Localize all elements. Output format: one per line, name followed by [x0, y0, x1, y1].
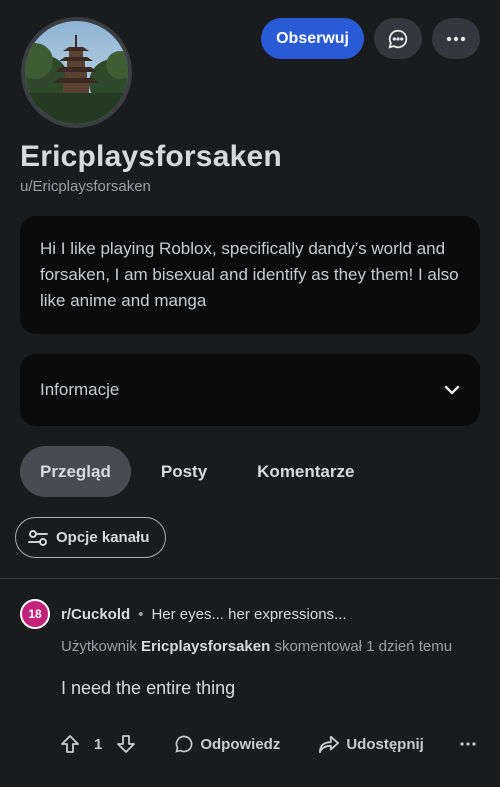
bio-text: Hi I like playing Roblox, specifically d…	[40, 239, 459, 310]
nsfw-18-icon: 18	[20, 599, 50, 629]
vote-group: 1	[60, 734, 136, 754]
follow-button[interactable]: Obserwuj	[261, 18, 364, 59]
profile-tabs: Przegląd Posty Komentarze	[20, 446, 384, 497]
divider	[0, 578, 500, 579]
comment-actions: 1 Odpowiedz Udostępnij	[60, 730, 480, 758]
comment-text: I need the entire thing	[61, 678, 236, 698]
meta-suffix: skomentował 1 dzień temu	[274, 638, 453, 655]
reply-label: Odpowiedz	[200, 735, 281, 753]
more-options-button[interactable]	[432, 18, 480, 59]
avatar-image	[25, 21, 128, 124]
meta-username[interactable]: Ericplaysforsaken	[141, 638, 270, 655]
post-title[interactable]: Her eyes... her expressions...	[151, 606, 346, 623]
share-label: Udostępnij	[346, 735, 424, 753]
tab-posts[interactable]: Posty	[141, 446, 227, 497]
user-handle: u/Ericplaysforsaken	[20, 178, 151, 195]
reply-button[interactable]: Odpowiedz	[174, 734, 280, 754]
share-arrow-icon	[319, 735, 340, 754]
downvote-icon[interactable]	[116, 734, 136, 754]
subreddit-link[interactable]: r/Cuckold	[61, 606, 130, 623]
share-button[interactable]: Udostępnij	[318, 734, 424, 754]
comment-bubble-icon	[175, 735, 193, 753]
channel-options-label: Opcje kanału	[56, 529, 150, 546]
more-horizontal-icon	[460, 742, 476, 746]
avatar[interactable]	[21, 17, 132, 128]
info-expander[interactable]: Informacje	[20, 354, 480, 426]
chat-bubble-icon	[388, 29, 408, 49]
sliders-icon	[28, 529, 48, 546]
display-name: Ericplaysforsaken	[20, 140, 282, 173]
upvote-icon[interactable]	[60, 734, 80, 754]
info-label: Informacje	[40, 380, 120, 399]
comment-header: 18 r/Cuckold • Her eyes... her expressio…	[20, 598, 480, 630]
comment-meta: Użytkownik Ericplaysforsaken skomentował…	[61, 636, 480, 657]
vote-count: 1	[94, 735, 103, 753]
tab-comments[interactable]: Komentarze	[237, 446, 374, 497]
comment-more-button[interactable]	[460, 742, 476, 746]
chat-button[interactable]	[374, 18, 422, 59]
more-horizontal-icon	[446, 36, 466, 41]
channel-options-button[interactable]: Opcje kanału	[15, 517, 167, 558]
chevron-down-icon	[444, 385, 460, 395]
separator-dot: •	[138, 605, 144, 623]
comment-card[interactable]: 18 r/Cuckold • Her eyes... her expressio…	[20, 598, 480, 699]
tab-overview[interactable]: Przegląd	[20, 446, 131, 497]
profile-actions: Obserwuj	[261, 18, 480, 59]
meta-prefix: Użytkownik	[61, 638, 137, 655]
bio-card: Hi I like playing Roblox, specifically d…	[20, 216, 480, 334]
